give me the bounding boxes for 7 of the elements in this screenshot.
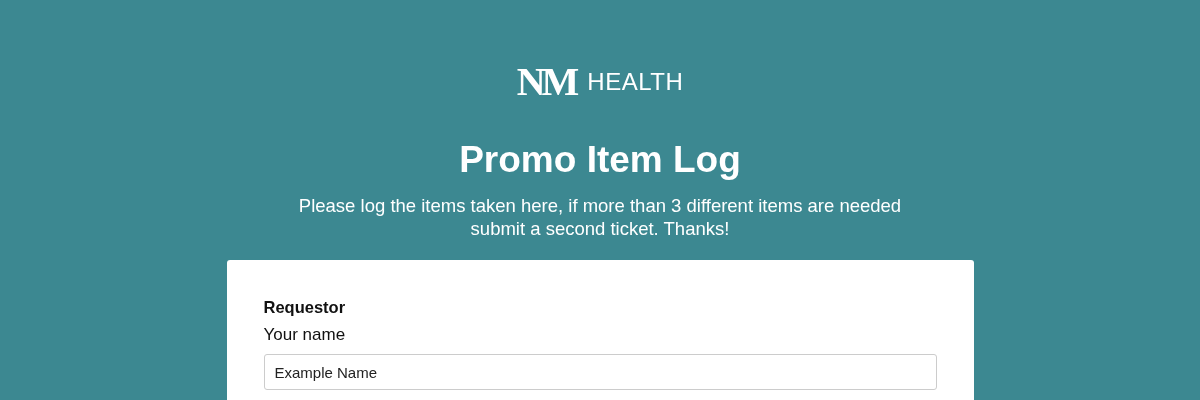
field-label: Your name xyxy=(263,324,347,346)
logo-monogram: NM xyxy=(516,62,576,102)
logo-wordmark: HEALTH xyxy=(587,68,684,96)
page-subtitle: Please log the items taken here, if more than 3 different items are needed submit a second ticket. Thanks! xyxy=(297,194,903,240)
name-field[interactable]: Example Name xyxy=(263,354,937,390)
page-title: Promo Item Log xyxy=(459,138,741,182)
section-heading: Requestor xyxy=(263,297,347,318)
